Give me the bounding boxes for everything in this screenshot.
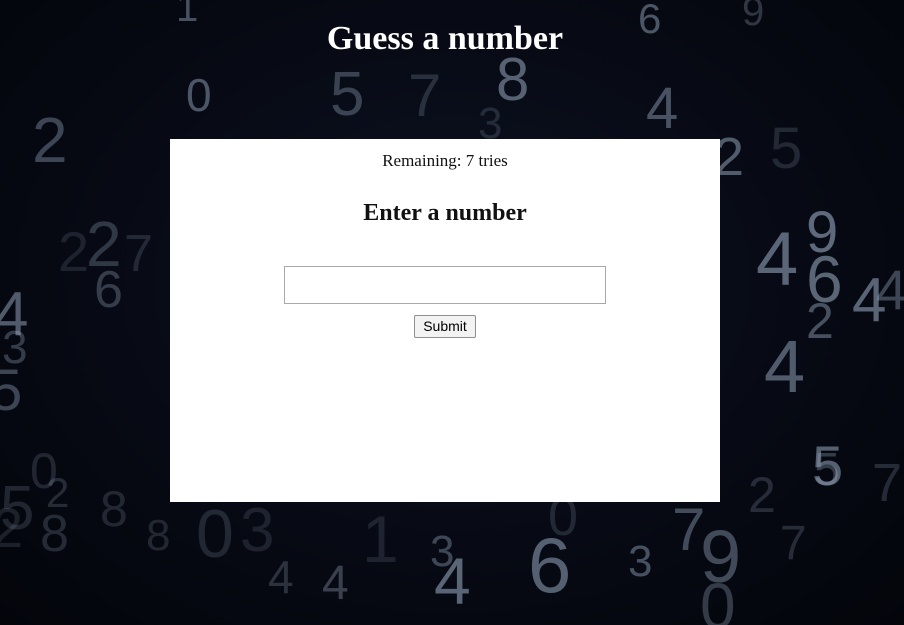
bg-digit: 4 (852, 266, 887, 335)
bg-digit: 5 (0, 358, 23, 423)
bg-digit: 0 (30, 443, 58, 499)
bg-digit: 8 (40, 505, 69, 563)
bg-digit: 6 (806, 242, 843, 316)
remaining-tries-text: Remaining: 7 tries (382, 151, 508, 170)
bg-digit: 4 (0, 280, 29, 349)
bg-digit: 2 (748, 467, 776, 523)
bg-digit: 4 (434, 544, 471, 618)
bg-digit: 5 (0, 474, 35, 543)
bg-digit: 2 (86, 208, 122, 280)
bg-digit: 3 (628, 537, 653, 586)
bg-digit: 9 (700, 515, 742, 598)
bg-digit: 4 (268, 551, 294, 603)
bg-digit: 7 (780, 517, 807, 570)
bg-digit: 2 (46, 469, 70, 516)
bg-digit: 7 (124, 225, 153, 283)
bg-digit: 3 (430, 527, 455, 576)
bg-digit: 6 (94, 261, 123, 319)
bg-digit: 7 (408, 62, 442, 129)
game-panel: Remaining: 7 tries Enter a number Submit (170, 139, 720, 502)
bg-digit: 4 (764, 325, 806, 408)
bg-digit: 9 (806, 200, 839, 265)
bg-digit: 8 (496, 46, 530, 113)
bg-digit: 0 (700, 570, 736, 625)
bg-digit: 4 (756, 217, 799, 302)
bg-digit: 0 (186, 69, 212, 121)
bg-digit: 5 (814, 443, 840, 495)
bg-digit: 2 (32, 104, 68, 176)
page-title: Guess a number (326, 20, 564, 57)
bg-digit: 3 (2, 321, 28, 373)
submit-button[interactable]: Submit (414, 315, 476, 338)
bg-digit: 5 (330, 60, 365, 129)
bg-digit: 4 (876, 258, 904, 321)
enter-number-heading: Enter a number (363, 200, 527, 226)
bg-digit: 4 (322, 557, 349, 610)
bg-digit: 2 (806, 293, 834, 349)
bg-digit: 1 (362, 502, 399, 576)
bg-digit: 4 (646, 76, 679, 141)
bg-digit: 3 (240, 496, 275, 565)
bg-digit: 2 (0, 496, 24, 559)
number-input[interactable] (284, 266, 606, 304)
bg-digit: 0 (196, 496, 234, 572)
bg-digit: 6 (528, 521, 572, 609)
bg-digit: 8 (146, 511, 171, 560)
bg-digit: 7 (872, 453, 903, 513)
bg-digit: 2 (58, 220, 90, 283)
bg-digit: 5 (770, 116, 803, 181)
bg-digit: 8 (100, 481, 128, 537)
bg-digit: 7 (672, 496, 706, 563)
bg-digit: 5 (812, 434, 844, 497)
